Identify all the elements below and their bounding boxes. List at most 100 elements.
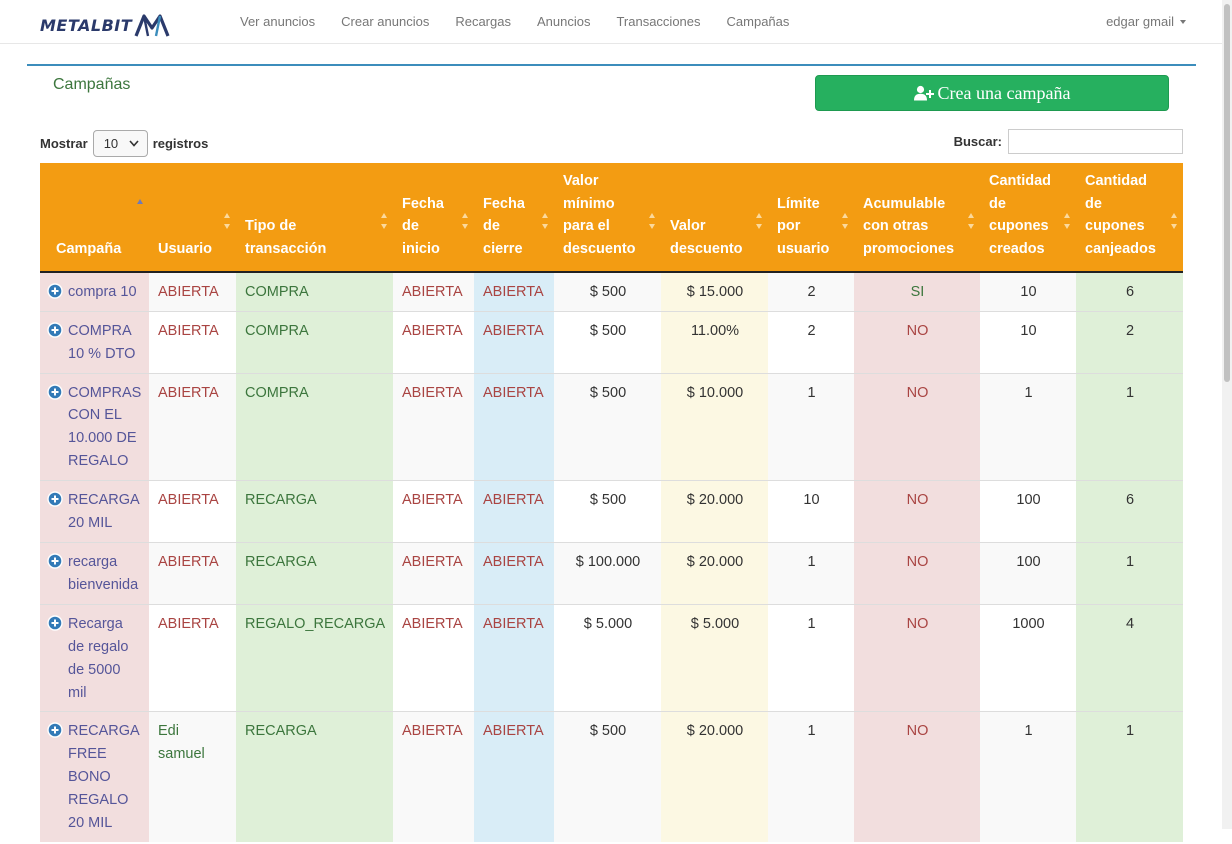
- page-title: Campañas: [53, 76, 131, 93]
- cell-coupons-created: 10: [980, 310, 1076, 374]
- nav-anuncios[interactable]: Anuncios: [524, 0, 603, 44]
- sort-icon: [1064, 212, 1071, 229]
- cell-start-date: ABIERTA: [393, 603, 474, 712]
- col-header-limite-usuario[interactable]: Límite por usuario: [768, 163, 854, 273]
- brand-logo[interactable]: METALBIT: [40, 12, 170, 38]
- table-row[interactable]: COMPRA 10 % DTO ABIERTA COMPRA ABIERTA ABIER…: [40, 310, 1183, 374]
- search-input[interactable]: [1008, 129, 1183, 154]
- page-scrollbar[interactable]: [1222, 0, 1232, 829]
- sort-icon: [842, 212, 849, 229]
- cell-min-value: $ 100.000: [554, 541, 661, 605]
- cell-coupons-redeemed: 2: [1076, 310, 1183, 374]
- expand-row-plus-icon[interactable]: [47, 722, 63, 739]
- col-header-cupones-canjeados[interactable]: Cantidad de cupones canjeados: [1076, 163, 1183, 273]
- cell-transaction-type: RECARGA: [236, 480, 393, 543]
- nav-recargas[interactable]: Recargas: [442, 0, 524, 44]
- sort-icon: [968, 212, 975, 229]
- cell-coupons-redeemed: 1: [1076, 372, 1183, 481]
- col-header-usuario[interactable]: Usuario: [149, 163, 236, 273]
- nav-crear-anuncios[interactable]: Crear anuncios: [328, 0, 442, 44]
- metalbit-logo-icon: [134, 14, 170, 37]
- cell-campaign: COMPRA 10 % DTO: [40, 310, 149, 374]
- expand-row-plus-icon[interactable]: [47, 383, 63, 400]
- cell-discount: $ 10.000: [661, 372, 768, 481]
- cell-start-date: ABIERTA: [393, 711, 474, 842]
- campaign-cell-content: COMPRAS CON EL 10.000 DE REGALO: [47, 382, 141, 474]
- cell-cumulative: NO: [854, 480, 980, 543]
- cell-campaign: RECARGA 20 MIL: [40, 480, 149, 543]
- sort-asc-icon: [137, 199, 144, 215]
- campaign-cell-content: Recarga de regalo de 5000 mil: [47, 613, 141, 705]
- cell-discount: $ 20.000: [661, 480, 768, 543]
- cell-user: ABIERTA: [149, 271, 236, 312]
- table-row[interactable]: recarga bienvenida ABIERTA RECARGA ABIERTA A…: [40, 541, 1183, 605]
- cell-coupons-created: 1000: [980, 603, 1076, 712]
- cell-start-date: ABIERTA: [393, 271, 474, 312]
- cell-transaction-type: RECARGA: [236, 541, 393, 605]
- cell-min-value: $ 500: [554, 711, 661, 842]
- expand-row-plus-icon[interactable]: [47, 491, 63, 507]
- table-row[interactable]: RECARGA 20 MIL ABIERTA RECARGA ABIERTA ABIER…: [40, 480, 1183, 543]
- cell-discount: $ 5.000: [661, 603, 768, 712]
- cell-start-date: ABIERTA: [393, 310, 474, 374]
- cell-coupons-redeemed: 1: [1076, 711, 1183, 842]
- cell-start-date: ABIERTA: [393, 372, 474, 481]
- search-control: Buscar:: [954, 129, 1183, 154]
- cell-cumulative: SI: [854, 271, 980, 312]
- scrollbar-thumb[interactable]: [1224, 4, 1230, 382]
- table-body: compra 10 ABIERTA COMPRA ABIERTA ABIERTA $ 50…: [40, 271, 1183, 842]
- col-header-tipo-transaccion[interactable]: Tipo de transacción: [236, 163, 393, 273]
- cell-user-limit: 1: [768, 541, 854, 605]
- create-campaign-button[interactable]: Crea una campaña: [815, 75, 1169, 111]
- campaign-name: RECARGA FREE BONO REGALO 20 MIL: [68, 723, 139, 832]
- expand-row-plus-icon[interactable]: [47, 553, 63, 569]
- show-label: Mostrar: [40, 136, 88, 151]
- cell-user-limit: 1: [768, 603, 854, 712]
- cell-campaign: recarga bienvenida: [40, 541, 149, 605]
- cell-transaction-type: COMPRA: [236, 310, 393, 374]
- cell-user: Edi samuel: [149, 711, 236, 842]
- nav-transacciones[interactable]: Transacciones: [603, 0, 713, 44]
- col-header-fecha-cierre[interactable]: Fecha de cierre: [474, 163, 554, 273]
- nav-ver-anuncios[interactable]: Ver anuncios: [227, 0, 328, 44]
- page-length-value: 10: [103, 136, 119, 151]
- cell-cumulative: NO: [854, 603, 980, 712]
- cell-min-value: $ 500: [554, 271, 661, 312]
- col-header-acumulable[interactable]: Acumulable con otras promociones: [854, 163, 980, 273]
- cell-campaign: compra 10: [40, 271, 149, 312]
- expand-row-plus-icon[interactable]: [47, 615, 63, 631]
- cell-user-limit: 2: [768, 310, 854, 374]
- table-row[interactable]: COMPRAS CON EL 10.000 DE REGALO ABIERTA CO…: [40, 372, 1183, 481]
- table-row[interactable]: Recarga de regalo de 5000 mil ABIERTA REGA…: [40, 603, 1183, 712]
- cell-cumulative: NO: [854, 310, 980, 374]
- page-length-select[interactable]: 10: [92, 130, 148, 157]
- cell-start-date: ABIERTA: [393, 480, 474, 543]
- campaign-cell-content: COMPRA 10 % DTO: [47, 320, 141, 366]
- cell-user: ABIERTA: [149, 372, 236, 481]
- table-row[interactable]: compra 10 ABIERTA COMPRA ABIERTA ABIERTA $ 50…: [40, 271, 1183, 312]
- campaign-name: compra 10: [68, 283, 137, 300]
- cell-user: ABIERTA: [149, 603, 236, 712]
- table-row[interactable]: RECARGA FREE BONO REGALO 20 MIL Edi samue…: [40, 711, 1183, 842]
- cell-coupons-redeemed: 1: [1076, 541, 1183, 605]
- caret-down-icon: [1180, 20, 1186, 24]
- cell-end-date: ABIERTA: [474, 541, 554, 605]
- expand-row-plus-icon[interactable]: [47, 283, 63, 299]
- brand-name: METALBIT: [40, 15, 133, 35]
- col-header-fecha-inicio[interactable]: Fecha de inicio: [393, 163, 474, 273]
- page-length-control: Mostrar 10 registros: [40, 130, 208, 157]
- col-header-cupones-creados[interactable]: Cantidad de cupones creados: [980, 163, 1076, 273]
- cell-end-date: ABIERTA: [474, 372, 554, 481]
- records-label: registros: [152, 136, 209, 151]
- col-header-campana[interactable]: Campaña: [40, 163, 149, 273]
- col-header-valor-minimo[interactable]: Valor mínimo para el descuento: [554, 163, 661, 273]
- cell-transaction-type: RECARGA: [236, 711, 393, 842]
- cell-transaction-type: REGALO_RECARGA: [236, 603, 393, 712]
- campaign-name: recarga bienvenida: [68, 553, 139, 593]
- col-header-valor-descuento[interactable]: Valor descuento: [661, 163, 768, 273]
- chevron-down-icon: [129, 140, 139, 147]
- nav-campanas[interactable]: Campañas: [714, 0, 803, 44]
- user-menu[interactable]: edgar gmail: [1106, 0, 1186, 44]
- campaign-name: COMPRA 10 % DTO: [68, 322, 136, 362]
- expand-row-plus-icon[interactable]: [47, 322, 63, 338]
